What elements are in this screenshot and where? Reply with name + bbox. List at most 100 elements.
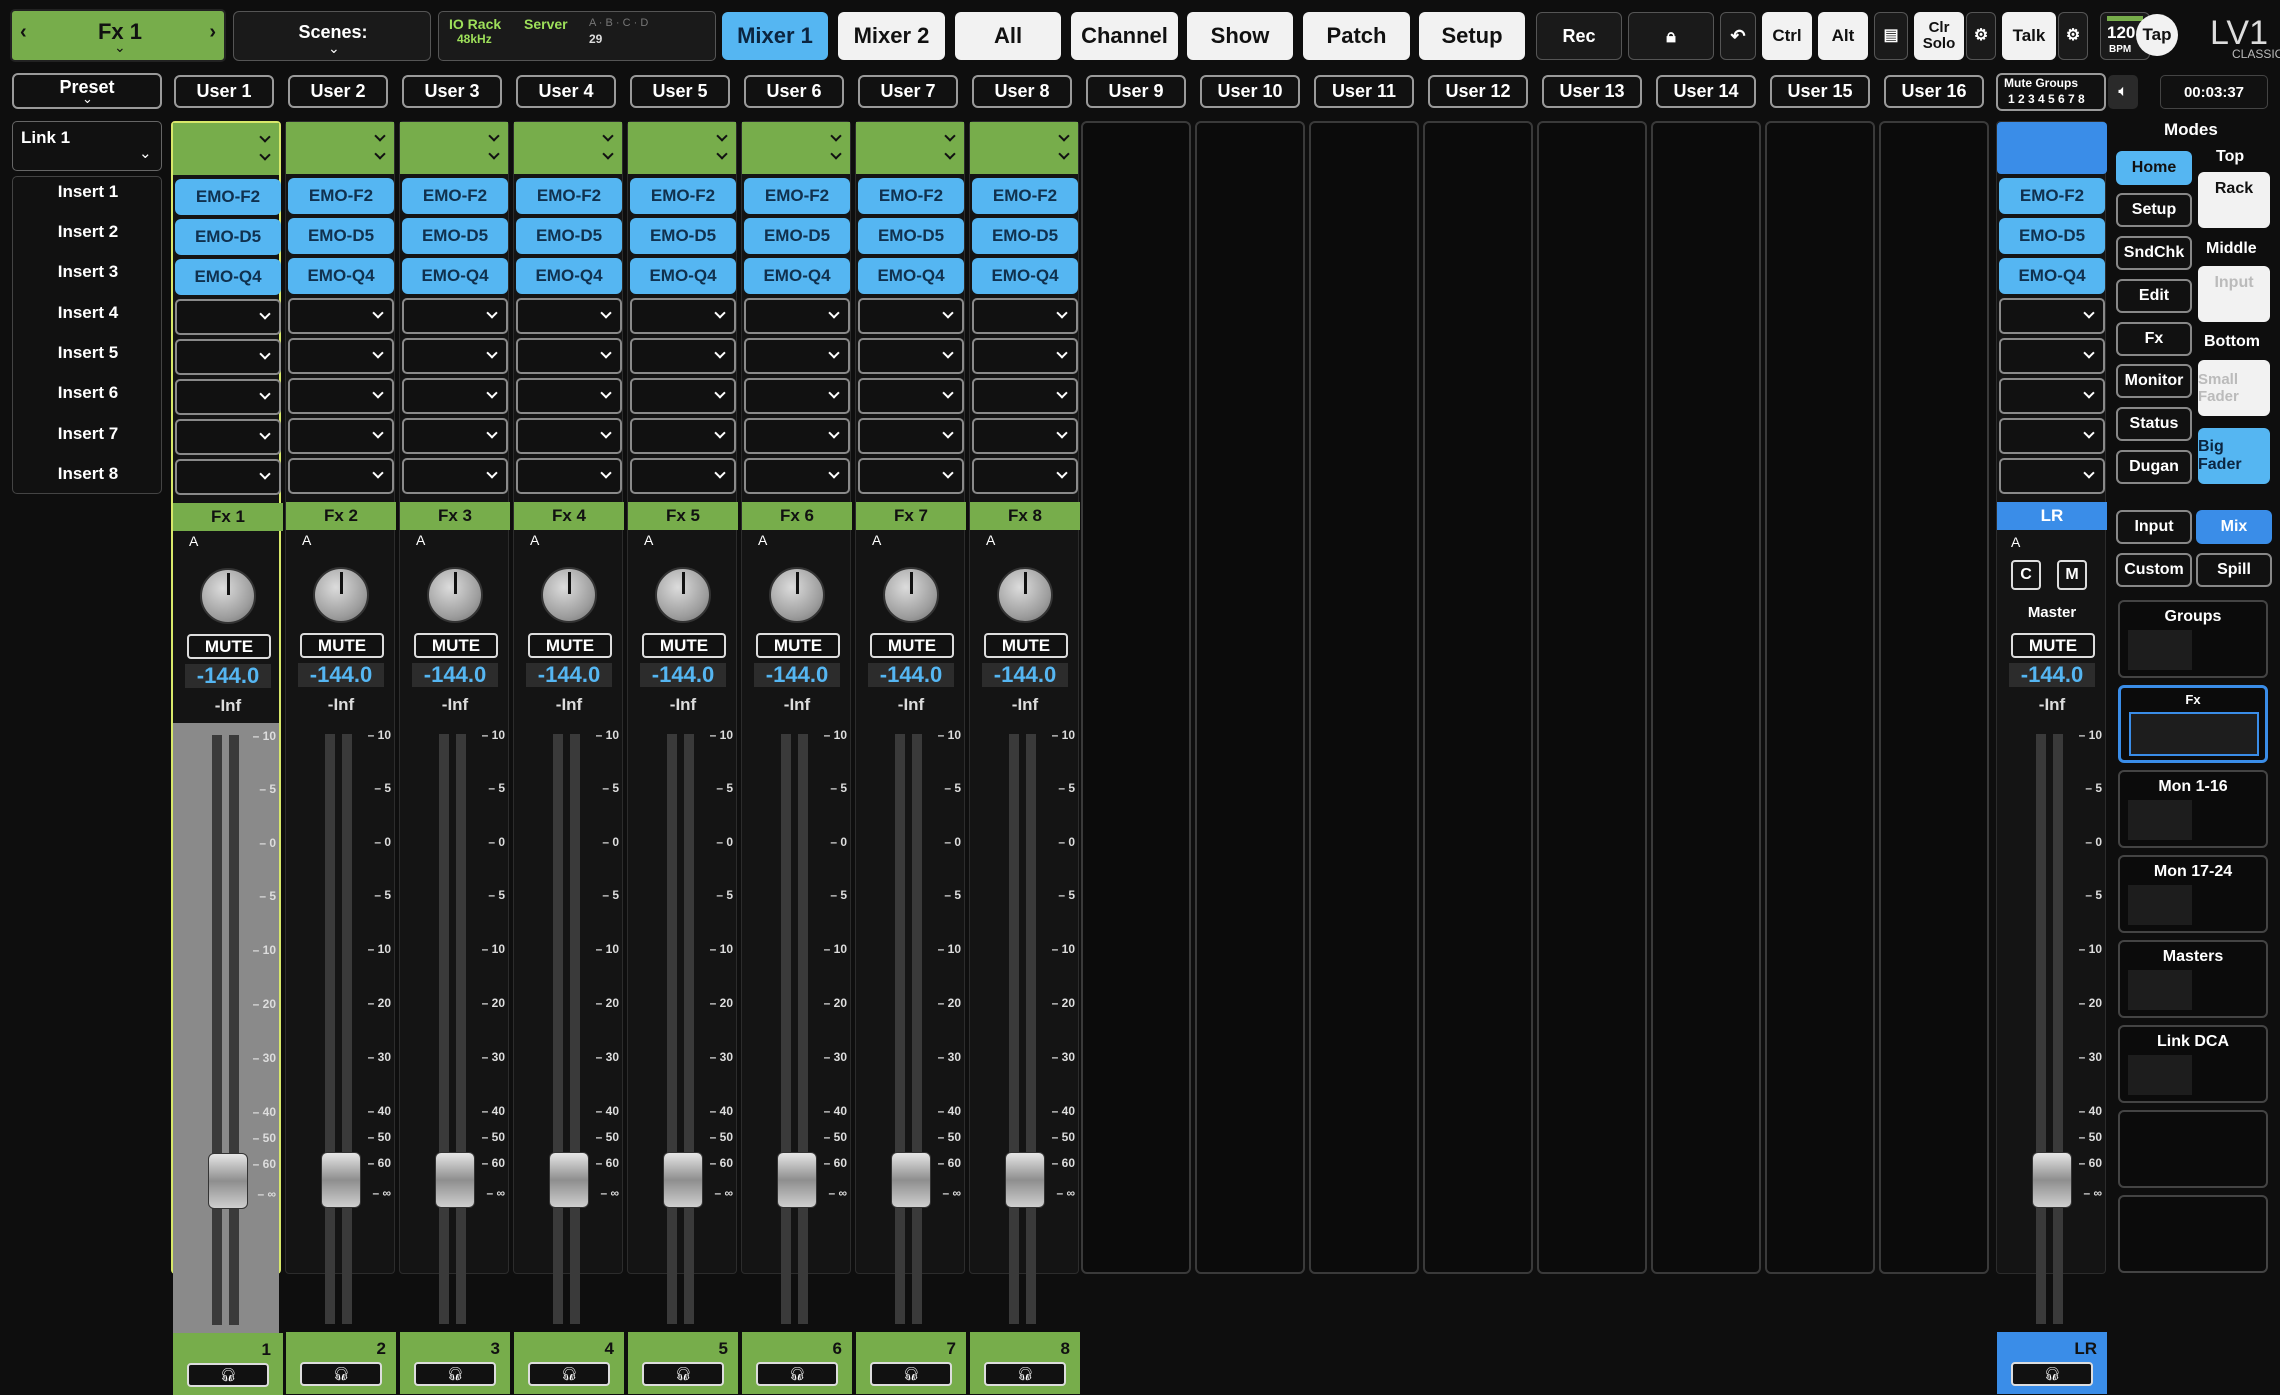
mute-button[interactable]: MUTE [528,633,612,658]
channel-name[interactable]: Fx 6 [742,502,852,530]
mode-sndchk[interactable]: SndChk [2116,236,2192,270]
panel-empty[interactable] [2118,1110,2268,1188]
master-color-header[interactable] [1997,122,2107,174]
master-name[interactable]: LR [1997,502,2107,530]
channel-color-header[interactable] [742,122,850,174]
insert-slot[interactable] [972,298,1078,334]
plugin-slot[interactable]: EMO-F2 [1999,178,2105,214]
mute-button[interactable]: MUTE [300,633,384,658]
tab-setup[interactable]: Setup [1419,12,1525,60]
plugin-slot[interactable]: EMO-Q4 [744,258,850,294]
insert-slot[interactable] [744,378,850,414]
plugin-slot[interactable]: EMO-F2 [630,178,736,214]
insert-slot[interactable] [858,458,964,494]
user-button-10[interactable]: User 10 [1200,75,1300,108]
insert-slot[interactable] [972,338,1078,374]
insert-slot[interactable] [630,418,736,454]
plugin-slot[interactable]: EMO-Q4 [402,258,508,294]
undo-button[interactable]: ↶ [1720,12,1756,60]
mute-button[interactable]: MUTE [414,633,498,658]
insert-slot[interactable] [630,338,736,374]
talk-button[interactable]: Talk [2002,12,2056,60]
channel-name[interactable]: Fx 8 [970,502,1080,530]
plugin-slot[interactable]: EMO-D5 [858,218,964,254]
insert-slot[interactable] [175,459,281,495]
insert-slot[interactable] [175,379,281,415]
insert-slot[interactable] [630,458,736,494]
user-button-1[interactable]: User 1 [174,75,274,108]
fader-cap[interactable] [891,1152,931,1208]
ctrl-button[interactable]: Ctrl [1762,12,1812,60]
fader-cap[interactable] [663,1152,703,1208]
channel-name[interactable]: Fx 1 [173,503,283,531]
pan-knob[interactable] [655,567,711,623]
insert-slot[interactable] [402,298,508,334]
insert-slot[interactable] [402,458,508,494]
insert-slot[interactable] [402,338,508,374]
insert-slot[interactable] [972,378,1078,414]
insert-slot[interactable] [175,339,281,375]
mode-monitor[interactable]: Monitor [2116,364,2192,398]
fader-cap[interactable] [2032,1152,2072,1208]
insert-slot[interactable] [516,338,622,374]
mix-button[interactable]: Mix [2196,510,2272,544]
plugin-slot[interactable]: EMO-D5 [1999,218,2105,254]
link-selector[interactable]: Link 1 ⌄ [12,121,162,171]
big-fader-button[interactable]: Big Fader [2198,428,2270,484]
insert-slot[interactable] [858,338,964,374]
fader-cap[interactable] [435,1152,475,1208]
insert-slot[interactable] [744,458,850,494]
tab-all[interactable]: All [955,12,1061,60]
c-button[interactable]: C [2011,560,2041,590]
plugin-slot[interactable]: EMO-F2 [516,178,622,214]
panel-mon-1-16[interactable]: Mon 1-16 [2118,770,2268,848]
insert-slot[interactable] [288,378,394,414]
panel-fx[interactable]: Fx [2118,685,2268,763]
tap-button[interactable]: Tap [2136,14,2178,56]
plugin-slot[interactable]: EMO-Q4 [288,258,394,294]
insert-slot[interactable] [1999,378,2105,414]
fader-cap[interactable] [777,1152,817,1208]
plugin-slot[interactable]: EMO-F2 [972,178,1078,214]
insert-slot[interactable] [516,418,622,454]
insert-slot[interactable] [288,458,394,494]
pan-knob[interactable] [313,567,369,623]
insert-slot[interactable] [1999,298,2105,334]
insert-slot[interactable] [1999,338,2105,374]
user-button-7[interactable]: User 7 [858,75,958,108]
panel-masters[interactable]: Masters [2118,940,2268,1018]
user-button-11[interactable]: User 11 [1314,75,1414,108]
channel-name[interactable]: Fx 5 [628,502,738,530]
clr-solo-button[interactable]: Clr Solo [1914,12,1964,60]
insert-slot[interactable] [858,418,964,454]
mute-button[interactable]: MUTE [756,633,840,658]
channel-name[interactable]: Fx 7 [856,502,966,530]
headphone-button[interactable]: 🎧︎ [187,1363,269,1387]
channel-color-header[interactable] [514,122,622,174]
keyboard-button[interactable]: ▤ [1874,12,1908,60]
alt-button[interactable]: Alt [1818,12,1868,60]
pan-knob[interactable] [541,567,597,623]
m-button[interactable]: M [2057,560,2087,590]
insert-slot[interactable] [175,299,281,335]
channel-name[interactable]: Fx 4 [514,502,624,530]
pan-knob[interactable] [883,567,939,623]
headphone-button[interactable]: 🎧︎ [984,1362,1066,1386]
plugin-slot[interactable]: EMO-F2 [744,178,850,214]
plugin-slot[interactable]: EMO-F2 [175,179,281,215]
pan-knob[interactable] [200,568,256,624]
headphone-button[interactable]: 🎧︎ [642,1362,724,1386]
mode-setup[interactable]: Setup [2116,193,2192,227]
scenes-selector[interactable]: Scenes: ⌄ [233,11,431,61]
mode-dugan[interactable]: Dugan [2116,450,2192,484]
tab-mixer-2[interactable]: Mixer 2 [838,12,945,60]
insert-slot[interactable] [402,378,508,414]
spill-button[interactable]: Spill [2196,553,2272,587]
chevron-right-icon[interactable]: › [209,21,216,44]
preset-selector[interactable]: Preset ⌄ [12,73,162,109]
mode-fx[interactable]: Fx [2116,322,2192,356]
user-button-14[interactable]: User 14 [1656,75,1756,108]
insert-slot[interactable] [972,418,1078,454]
user-button-8[interactable]: User 8 [972,75,1072,108]
speaker-button[interactable]: 🔈︎ [2108,75,2138,109]
